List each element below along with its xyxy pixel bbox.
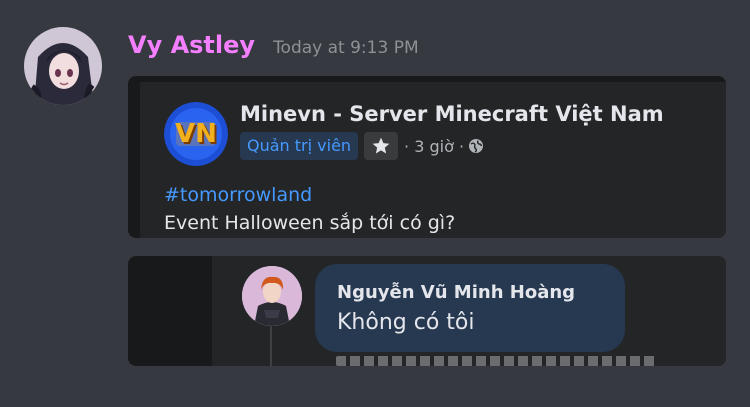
post-screenshot[interactable]: VN Minevn - Server Minecraft Việt Nam Qu… <box>128 76 726 238</box>
commenter-avatar-icon <box>242 266 302 326</box>
comment-screenshot[interactable]: Nguyễn Vũ Minh Hoàng Không có tôi <box>128 256 726 366</box>
post-card: VN Minevn - Server Minecraft Việt Nam Qu… <box>140 82 726 238</box>
page-logo: VN <box>164 102 228 166</box>
star-badge <box>364 132 399 160</box>
commenter-name[interactable]: Nguyễn Vũ Minh Hoàng <box>337 282 575 303</box>
comment-text: Không có tôi <box>337 310 475 335</box>
post-meta: Quản trị viên · 3 giờ · <box>240 132 484 160</box>
post-text: Event Halloween sắp tới có gì? <box>164 212 456 234</box>
thread-line <box>270 326 272 366</box>
admin-badge: Quản trị viên <box>240 132 359 160</box>
post-time[interactable]: · 3 giờ · <box>404 137 464 156</box>
cropped-text <box>336 356 656 366</box>
commenter-avatar[interactable] <box>242 266 302 326</box>
star-icon <box>372 137 390 154</box>
page-name[interactable]: Minevn - Server Minecraft Việt Nam <box>240 102 664 126</box>
comment-bubble: Nguyễn Vũ Minh Hoàng Không có tôi <box>315 264 625 352</box>
hashtag-link[interactable]: #tomorrowland <box>164 184 312 206</box>
user-avatar[interactable] <box>24 27 102 105</box>
anime-avatar-icon <box>24 27 102 105</box>
discord-message: Vy Astley Today at 9:13 PM VN Minevn - S… <box>0 0 750 407</box>
message-timestamp: Today at 9:13 PM <box>273 38 419 58</box>
logo-text: VN <box>175 119 217 149</box>
globe-icon <box>468 138 484 154</box>
username[interactable]: Vy Astley <box>128 31 255 59</box>
message-header: Vy Astley Today at 9:13 PM <box>128 31 419 59</box>
